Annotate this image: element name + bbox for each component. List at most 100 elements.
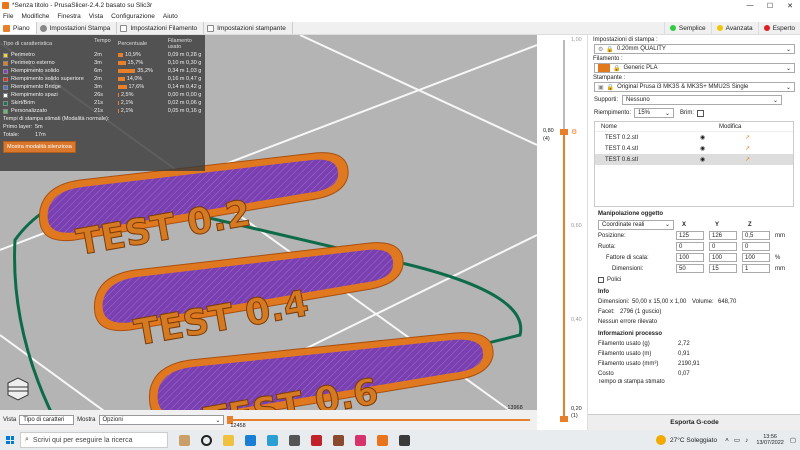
menu-help[interactable]: Aiuto	[163, 13, 178, 20]
size-z-input[interactable]: 1	[742, 264, 770, 273]
tab-printer-settings[interactable]: Impostazioni stampante	[204, 22, 293, 34]
view-label: Vista	[3, 417, 17, 423]
scale-z-input[interactable]: 100	[742, 253, 770, 262]
mail-icon[interactable]	[245, 434, 256, 446]
app-pink-icon[interactable]	[355, 434, 366, 446]
network-icon[interactable]: ▭	[734, 436, 740, 444]
object-row[interactable]: TEST 0.4.stl ◉ ↗	[595, 143, 793, 154]
legend-row-percent: 15,7%	[127, 60, 144, 66]
tab-print-settings[interactable]: Impostazioni Stampa	[37, 22, 118, 34]
polish-checkbox[interactable]	[598, 276, 604, 283]
app-brown-icon[interactable]	[333, 434, 344, 446]
filament-color-swatch[interactable]	[598, 64, 610, 72]
menu-view[interactable]: Vista	[89, 13, 103, 20]
legend-color-swatch[interactable]	[3, 76, 8, 82]
legend-row-label: Perimetro	[11, 52, 35, 58]
rotation-x-input[interactable]: 0	[676, 242, 704, 251]
supports-combo[interactable]: Nessuno ⌄	[622, 95, 782, 105]
rotation-y-input[interactable]: 0	[709, 242, 737, 251]
app-red-icon[interactable]	[311, 434, 322, 446]
size-x-input[interactable]: 50	[676, 264, 704, 273]
coordinates-combo[interactable]: Coordinate reali ⌄	[598, 219, 674, 230]
store-icon[interactable]	[289, 434, 300, 446]
print-profile-combo[interactable]: ⚙ 🔒 0.20mm QUALITY ⌄	[594, 44, 795, 54]
legend-row-filament: 0,14 m 0,42 g	[167, 84, 202, 90]
maximize-button[interactable]: ☐	[760, 0, 780, 11]
close-button[interactable]: ✕	[780, 0, 800, 11]
dimensions-label: Dimensioni:	[598, 299, 630, 305]
view-type-select[interactable]: Tipo di caratteri	[19, 415, 75, 425]
legend-color-swatch[interactable]	[3, 100, 8, 106]
task-view-icon[interactable]	[201, 434, 212, 446]
windows-start-icon[interactable]	[6, 436, 14, 444]
layer-lower-handle[interactable]	[560, 416, 568, 422]
horizontal-slider[interactable]: 13968 12458	[227, 405, 537, 430]
legend-color-swatch[interactable]	[3, 68, 8, 74]
legend-color-swatch[interactable]	[3, 60, 8, 66]
rotation-z-input[interactable]: 0	[742, 242, 770, 251]
menu-file[interactable]: File	[3, 13, 13, 20]
tray-chevron-icon[interactable]: ˄	[725, 437, 729, 444]
total-row: Totale: 17m	[0, 131, 205, 139]
model-test-04[interactable]: TEST 0.4	[93, 242, 404, 355]
object-row[interactable]: TEST 0.2.stl ◉ ↗	[595, 132, 793, 143]
edit-icon[interactable]: ↗	[745, 134, 750, 141]
layer-slider[interactable]: 1,00 0,80 (4) ⚙ 0,60 0,40 0,20 (1)	[537, 35, 587, 430]
silent-mode-button[interactable]: Mostra modalità silenziosa	[3, 141, 76, 153]
edit-icon[interactable]: ↗	[745, 156, 750, 163]
layer-top-value: 1,00	[571, 37, 582, 43]
legend-row-label: Riempimento solido	[11, 68, 60, 74]
infill-combo[interactable]: 15% ⌄	[634, 108, 674, 118]
legend-color-swatch[interactable]	[3, 84, 8, 90]
layers-icon[interactable]	[7, 373, 62, 401]
menu-window[interactable]: Finestra	[57, 13, 80, 20]
edge-icon[interactable]	[267, 434, 278, 446]
position-x-input[interactable]: 125	[676, 231, 704, 240]
scale-y-input[interactable]: 100	[709, 253, 737, 262]
eye-icon[interactable]: ◉	[700, 156, 745, 163]
eye-icon[interactable]: ◉	[700, 134, 745, 141]
position-y-input[interactable]: 126	[709, 231, 737, 240]
menu-edit[interactable]: Modifiche	[21, 13, 49, 20]
legend-row: Riempimento spazi 26s 2,5% 0,00 m 0,00 g	[0, 91, 205, 99]
show-options-select[interactable]: Opzioni ⌄	[98, 415, 225, 425]
app-dark-icon[interactable]	[399, 434, 410, 446]
legend-row-time: 3m	[94, 60, 102, 66]
news-thumbnail-icon[interactable]	[179, 434, 190, 446]
menu-config[interactable]: Configurazione	[111, 13, 155, 20]
weather-text[interactable]: 27°C Soleggiato	[670, 437, 717, 444]
legend-row-percent-cell: 15,7%	[117, 60, 168, 66]
layer-upper-handle[interactable]	[560, 129, 568, 135]
clock[interactable]: 13:56 13/07/2022	[756, 434, 784, 446]
export-gcode-button[interactable]: Esporta G-code	[588, 414, 800, 430]
cog-icon[interactable]: ⚙	[571, 128, 577, 136]
minimize-button[interactable]: —	[740, 0, 760, 11]
tab-filament-settings[interactable]: Impostazioni Filamento	[117, 22, 205, 34]
position-z-input[interactable]: 0,5	[742, 231, 770, 240]
notification-icon[interactable]: ▢	[790, 436, 796, 444]
file-explorer-icon[interactable]	[223, 434, 234, 446]
mode-simple[interactable]: Semplice	[663, 22, 711, 34]
legend-row-time: 6m	[94, 68, 102, 74]
size-y-input[interactable]: 15	[709, 264, 737, 273]
mode-expert[interactable]: Esperto	[757, 22, 800, 34]
legend-color-swatch[interactable]	[3, 52, 8, 58]
cost-value: 0,07	[678, 371, 690, 377]
total-value: 17m	[35, 132, 46, 138]
edit-icon[interactable]: ↗	[745, 145, 750, 152]
legend-color-swatch[interactable]	[3, 92, 8, 98]
legend-color-swatch[interactable]	[3, 108, 8, 114]
scale-x-input[interactable]: 100	[676, 253, 704, 262]
prusaslicer-taskbar-icon[interactable]	[377, 434, 388, 446]
mode-advanced[interactable]: Avanzata	[710, 22, 758, 34]
volume-icon[interactable]: ♪	[745, 437, 748, 444]
filament-combo[interactable]: 🔒 Generic PLA ⌄	[594, 63, 795, 73]
printer-combo[interactable]: ▣ 🔒 Original Prusa i3 MK3S & MK3S+ MMU2S…	[594, 82, 795, 92]
brim-checkbox[interactable]	[697, 109, 704, 117]
preview-viewport[interactable]: TEST 0.2 TEST 0.4 TEST 0.6 Tipo di carat…	[0, 35, 537, 430]
eye-icon[interactable]: ◉	[700, 145, 745, 152]
legend-row-percent: 35,2%	[137, 68, 153, 74]
taskbar-search-input[interactable]: ⌕ Scrivi qui per eseguire la ricerca	[20, 432, 168, 448]
object-row-selected[interactable]: TEST 0.6.stl ◉ ↗	[595, 154, 793, 165]
tab-plater[interactable]: Piano	[0, 22, 37, 34]
